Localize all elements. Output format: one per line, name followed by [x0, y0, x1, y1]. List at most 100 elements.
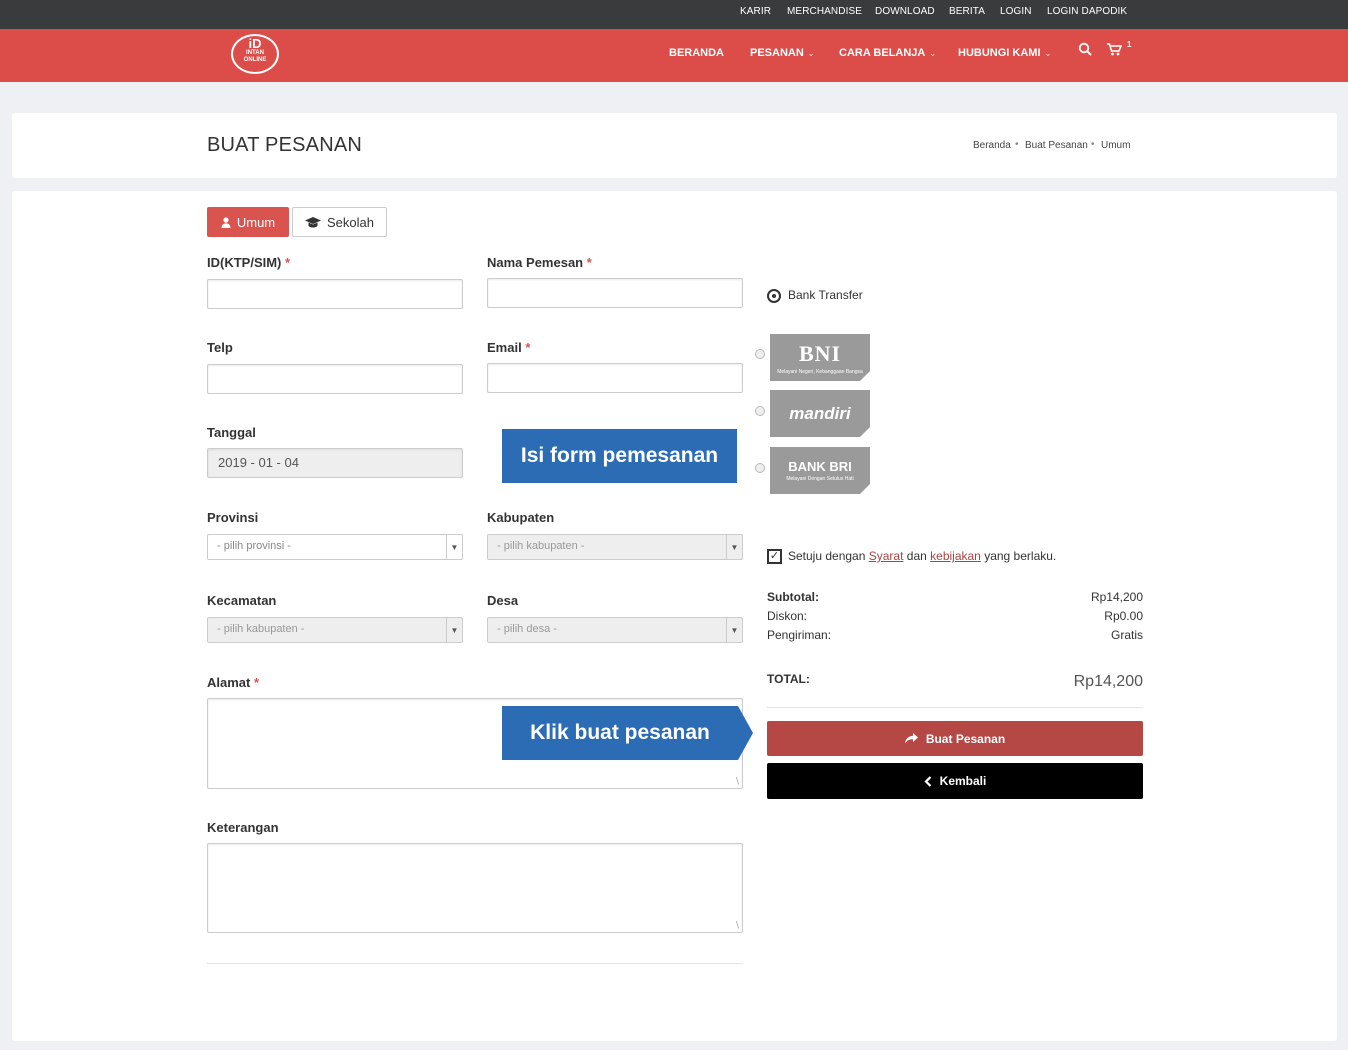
top-link-merchandise[interactable]: MERCHANDISE	[787, 6, 862, 17]
top-link-berita[interactable]: BERITA	[949, 6, 985, 17]
mandiri-logo-text: mandiri	[789, 403, 851, 423]
id-input[interactable]	[207, 279, 463, 309]
bank-mandiri-radio[interactable]	[755, 406, 765, 416]
desa-select-value: - pilih desa -	[497, 623, 557, 635]
telp-input[interactable]	[207, 364, 463, 394]
kecamatan-select-value: - pilih kabupaten -	[217, 623, 305, 635]
bri-tagline: Melayani Dengan Setulus Hati	[786, 476, 854, 482]
buat-pesanan-button[interactable]: Buat Pesanan	[767, 721, 1143, 756]
kabupaten-label: Kabupaten	[487, 510, 555, 525]
kabupaten-select: - pilih kabupaten - ▼	[487, 534, 743, 560]
chevron-left-icon	[924, 775, 931, 787]
agree-text: Setuju dengan Syarat dan kebijakan yang …	[788, 549, 1056, 563]
tanggal-input: 2019 - 01 - 04	[207, 448, 463, 478]
breadcrumb-beranda[interactable]: Beranda	[973, 140, 1011, 151]
kembali-label: Kembali	[939, 774, 987, 788]
bni-tagline: Melayani Negeri, Kebanggaan Bangsa	[777, 368, 863, 375]
required-mark: *	[253, 675, 260, 690]
resize-handle-icon[interactable]: ∖	[734, 920, 740, 931]
tab-umum[interactable]: Umum	[207, 207, 289, 237]
caret-down-icon: ▼	[726, 535, 742, 559]
bni-logo[interactable]: BNI Melayani Negeri, Kebanggaan Bangsa	[770, 334, 870, 381]
pengiriman-label: Pengiriman:	[767, 628, 832, 642]
desa-select: - pilih desa - ▼	[487, 617, 743, 643]
bri-logo-text: BANK BRI	[788, 459, 852, 474]
bank-transfer-radio[interactable]	[767, 289, 781, 303]
total-label: TOTAL:	[767, 672, 810, 686]
tab-sekolah-label: Sekolah	[327, 214, 374, 230]
logo-text-intan: INTAN	[246, 50, 264, 56]
id-label: ID(KTP/SIM) *	[207, 255, 290, 270]
kebijakan-link[interactable]: kebijakan	[930, 549, 981, 563]
callout-isi-form: Isi form pemesanan	[502, 429, 737, 483]
required-mark: *	[525, 340, 531, 355]
resize-handle-icon[interactable]: ∖	[734, 776, 740, 787]
nav-cara-belanja[interactable]: CARA BELANJA ⌄	[839, 47, 936, 59]
mandiri-logo[interactable]: mandiri	[770, 390, 870, 437]
subtotal-label: Subtotal:	[767, 590, 819, 604]
bri-logo[interactable]: BANK BRI Melayani Dengan Setulus Hati	[770, 447, 870, 494]
bank-bri-radio[interactable]	[755, 463, 765, 473]
keterangan-textarea[interactable]: ∖	[207, 843, 743, 933]
nav-beranda-label: BERANDA	[669, 47, 724, 59]
breadcrumb-separator: •	[1015, 139, 1019, 150]
form-divider	[207, 963, 743, 964]
required-mark: *	[285, 255, 291, 270]
chevron-down-icon: ⌄	[929, 49, 937, 58]
bank-bni-radio[interactable]	[755, 349, 765, 359]
agree-prefix: Setuju dengan	[788, 549, 866, 563]
breadcrumb-umum: Umum	[1101, 140, 1131, 151]
page-title: BUAT PESANAN	[207, 134, 363, 156]
syarat-link[interactable]: Syarat	[869, 549, 904, 563]
agree-middle: dan	[906, 549, 927, 563]
nama-input[interactable]	[487, 278, 743, 308]
search-icon[interactable]	[1078, 42, 1092, 59]
nav-hubungi-kami[interactable]: HUBUNGI KAMI ⌄	[958, 47, 1051, 59]
breadcrumb-buat-pesanan[interactable]: Buat Pesanan	[1025, 140, 1088, 151]
summary-divider	[767, 707, 1143, 708]
diskon-label: Diskon:	[767, 609, 808, 623]
kabupaten-select-value: - pilih kabupaten -	[497, 540, 585, 552]
subtotal-value: Rp14,200	[1090, 590, 1143, 604]
provinsi-select[interactable]: - pilih provinsi - ▼	[207, 534, 463, 560]
logo-fold	[860, 484, 870, 494]
tab-umum-label: Umum	[236, 214, 276, 230]
nama-label-text: Nama Pemesan	[487, 255, 584, 270]
site-logo[interactable]: iD INTAN ONLINE	[231, 34, 279, 74]
callout-arrow-icon	[738, 706, 753, 760]
graduation-cap-icon	[305, 216, 321, 227]
desa-label: Desa	[487, 593, 519, 608]
callout-klik-buat: Klik buat pesanan	[502, 706, 738, 760]
email-input[interactable]	[487, 363, 743, 393]
nav-beranda[interactable]: BERANDA	[669, 47, 724, 59]
logo-mark: iD	[248, 36, 262, 51]
nav-pesanan[interactable]: PESANAN ⌄	[750, 47, 815, 59]
breadcrumb-separator: •	[1091, 139, 1095, 150]
caret-down-icon: ▼	[726, 618, 742, 642]
alamat-label: Alamat *	[207, 675, 259, 690]
telp-label: Telp	[207, 340, 233, 355]
top-link-login-dapodik[interactable]: LOGIN DAPODIK	[1047, 6, 1127, 17]
top-link-login[interactable]: LOGIN	[1000, 6, 1032, 17]
required-mark: *	[586, 255, 592, 270]
id-label-text: ID(KTP/SIM)	[207, 255, 282, 270]
provinsi-select-value: - pilih provinsi -	[217, 540, 291, 552]
kembali-button[interactable]: Kembali	[767, 763, 1143, 799]
total-value: Rp14,200	[1073, 673, 1143, 690]
nav-cara-belanja-label: CARA BELANJA	[839, 47, 926, 59]
caret-down-icon: ▼	[446, 618, 462, 642]
main-navbar: iD INTAN ONLINE BERANDA PESANAN ⌄ CARA BE…	[0, 29, 1348, 82]
cart-icon[interactable]	[1107, 43, 1123, 59]
nav-hubungi-kami-label: HUBUNGI KAMI	[958, 47, 1041, 59]
agree-checkbox[interactable]: ✓	[767, 549, 782, 564]
top-link-karir[interactable]: KARIR	[740, 6, 771, 17]
tab-sekolah[interactable]: Sekolah	[292, 207, 387, 237]
bank-transfer-label: Bank Transfer	[788, 288, 863, 302]
nav-pesanan-label: PESANAN	[750, 47, 804, 59]
email-label: Email *	[487, 340, 530, 355]
top-link-download[interactable]: DOWNLOAD	[875, 6, 935, 17]
user-icon	[221, 216, 231, 228]
email-label-text: Email	[487, 340, 522, 355]
agree-suffix: yang berlaku.	[984, 549, 1057, 563]
chevron-down-icon: ⌄	[807, 49, 815, 58]
